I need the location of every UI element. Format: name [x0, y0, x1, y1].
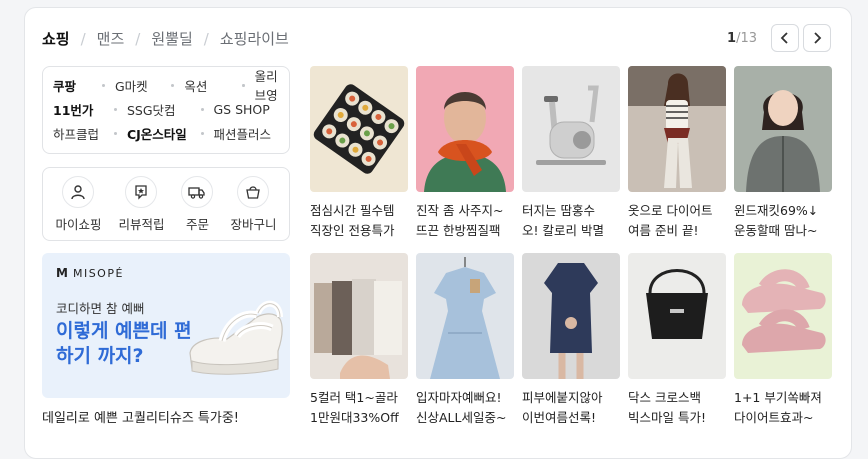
my-shopping-menu: 마이쇼핑 리뷰적립 주문 장바구니 — [42, 167, 290, 241]
person-icon — [62, 175, 95, 208]
product-image-blue-dress — [416, 253, 514, 379]
mall-links-box: 쿠팡 G마켓 옥션 올리브영 11번가 SSG닷컴 GS SHOP 하프클럽 C… — [42, 66, 290, 154]
product-image-exercise-bike — [522, 66, 620, 192]
mall-label: 하프클럽 — [53, 126, 100, 142]
shopping-tabs: 쇼핑 / 맨즈 / 원뿔딜 / 쇼핑라이브 — [42, 28, 289, 49]
review-reward-button[interactable]: 리뷰적립 — [118, 175, 165, 233]
mall-row: 쿠팡 G마켓 옥션 올리브영 — [53, 69, 289, 103]
pager: 1/13 — [727, 24, 831, 52]
order-label: 주문 — [185, 216, 209, 232]
ad-caption[interactable]: 데일리로 예쁜 고퀄리티슈즈 특가중! — [42, 407, 239, 426]
mall-label: 올리브영 — [254, 69, 278, 103]
tab-mens[interactable]: 맨즈 — [97, 28, 125, 49]
product-title: 옷으로 다이어트 여름 준비 끝! — [628, 203, 713, 238]
truck-icon — [181, 175, 214, 208]
tab-one-plus-deal[interactable]: 원뿔딜 — [151, 28, 192, 49]
review-reward-label: 리뷰적립 — [118, 216, 165, 232]
my-shopping-button[interactable]: 마이쇼핑 — [55, 175, 102, 233]
prev-page-button[interactable] — [771, 24, 799, 52]
mall-link-halfclub[interactable]: 하프클럽 — [53, 124, 114, 143]
page-current: 1 — [727, 30, 737, 46]
product-title: 5컬러 택1~골라 1만원대33%Off — [310, 390, 399, 425]
chevron-left-icon — [780, 32, 788, 44]
tab-separator: / — [135, 29, 141, 48]
mall-label: 11번가 — [53, 102, 94, 118]
mall-row: 11번가 SSG닷컴 GS SHOP — [53, 97, 289, 121]
next-page-button[interactable] — [803, 24, 831, 52]
product-image-crossbag — [628, 253, 726, 379]
mall-label: CJ온스타일 — [126, 126, 187, 142]
product-title: 입자마자예뻐요! 신상ALL세일중~ — [416, 390, 507, 425]
bullet — [113, 107, 117, 111]
page-total: /13 — [736, 30, 757, 46]
ad-brand: M MISOPÉ — [56, 266, 124, 280]
chevron-right-icon — [814, 32, 822, 44]
mall-link-11st[interactable]: 11번가 — [53, 100, 114, 119]
product-image-heat-pack — [416, 66, 514, 192]
product-card[interactable]: 점심시간 필수템 직장인 전용특가 — [310, 66, 408, 241]
mall-label: 패션플러스 — [213, 126, 272, 142]
mall-link-cjonstyle[interactable]: CJ온스타일 — [113, 124, 201, 143]
review-star-icon — [125, 175, 158, 208]
mall-link-gsshop[interactable]: GS SHOP — [200, 101, 290, 117]
tab-separator: / — [80, 29, 86, 48]
mall-row: 하프클럽 CJ온스타일 패션플러스 — [53, 121, 289, 145]
mall-link-coupang[interactable]: 쿠팡 — [53, 76, 102, 95]
ad-subtitle: 코디하면 참 예뻐 — [56, 301, 145, 316]
mall-label: GS SHOP — [213, 101, 270, 117]
product-card[interactable]: 닥스 크로스백 빅스마일 특가! — [628, 253, 726, 428]
bullet — [242, 83, 245, 87]
shopping-panel: 쇼핑 / 맨즈 / 원뿔딜 / 쇼핑라이브 1/13 쿠팡 G마켓 옥션 올리브… — [24, 7, 852, 459]
mall-label: SSG닷컴 — [126, 102, 176, 118]
product-card[interactable]: 입자마자예뻐요! 신상ALL세일중~ — [416, 253, 514, 428]
mall-label: 쿠팡 — [53, 78, 77, 94]
product-image-summer-outfit — [628, 66, 726, 192]
sandal-image — [189, 300, 283, 375]
product-image-kimbap — [310, 66, 408, 192]
product-card[interactable]: 터지는 땀홍수 오! 칼로리 박멸 — [522, 66, 620, 241]
product-image-tshirts — [310, 253, 408, 379]
order-button[interactable]: 주문 — [181, 175, 214, 233]
bullet — [113, 131, 117, 135]
product-card[interactable]: 진작 좀 사주지~ 뜨끈 한방찜질팩 — [416, 66, 514, 241]
product-title: 1+1 부기쏙빠져 다이어트효과~ — [734, 390, 822, 425]
ad-brand-mark: M — [56, 266, 68, 280]
product-image-wind-jacket — [734, 66, 832, 192]
product-image-navy-dress — [522, 253, 620, 379]
ad-brand-name: MISOPÉ — [72, 267, 124, 280]
product-image-slippers — [734, 253, 832, 379]
product-title: 점심시간 필수템 직장인 전용특가 — [310, 203, 395, 238]
product-card[interactable]: 5컬러 택1~골라 1만원대33%Off — [310, 253, 408, 428]
basket-icon — [237, 175, 270, 208]
mall-link-auction[interactable]: 옥션 — [171, 76, 242, 95]
product-title: 진작 좀 사주지~ 뜨끈 한방찜질팩 — [416, 203, 504, 238]
bullet — [171, 83, 175, 87]
product-title: 터지는 땀홍수 오! 칼로리 박멸 — [522, 203, 604, 238]
cart-button[interactable]: 장바구니 — [230, 175, 277, 233]
bullet — [200, 107, 204, 111]
product-card[interactable]: 옷으로 다이어트 여름 준비 끝! — [628, 66, 726, 241]
mall-link-oliveyoung[interactable]: 올리브영 — [242, 66, 289, 104]
product-card[interactable]: 윈드재킷69%↓ 운동할때 땀나~ — [734, 66, 832, 241]
mall-label: G마켓 — [114, 78, 148, 94]
product-card[interactable]: 피부에붙지않아 이번여름선록! — [522, 253, 620, 428]
product-title: 윈드재킷69%↓ 운동할때 땀나~ — [734, 203, 819, 238]
page-count: 1/13 — [727, 31, 757, 46]
tab-shopping-live[interactable]: 쇼핑라이브 — [220, 28, 289, 49]
product-title: 피부에붙지않아 이번여름선록! — [522, 390, 603, 425]
mall-link-ssg[interactable]: SSG닷컴 — [113, 100, 201, 119]
mall-label: 옥션 — [184, 78, 208, 94]
tab-shopping[interactable]: 쇼핑 — [42, 28, 70, 49]
mall-link-gmarket[interactable]: G마켓 — [101, 76, 171, 95]
bullet — [200, 131, 204, 135]
cart-label: 장바구니 — [230, 216, 277, 232]
product-title: 닥스 크로스백 빅스마일 특가! — [628, 390, 706, 425]
tab-separator: / — [203, 29, 209, 48]
my-shopping-label: 마이쇼핑 — [55, 216, 102, 232]
bullet — [101, 83, 105, 87]
mall-link-fashionplus[interactable]: 패션플러스 — [200, 124, 290, 143]
ad-banner[interactable]: M MISOPÉ 코디하면 참 예뻐 이렇게 예쁜데 편하기 까지? — [42, 253, 290, 398]
product-card[interactable]: 1+1 부기쏙빠져 다이어트효과~ — [734, 253, 832, 428]
